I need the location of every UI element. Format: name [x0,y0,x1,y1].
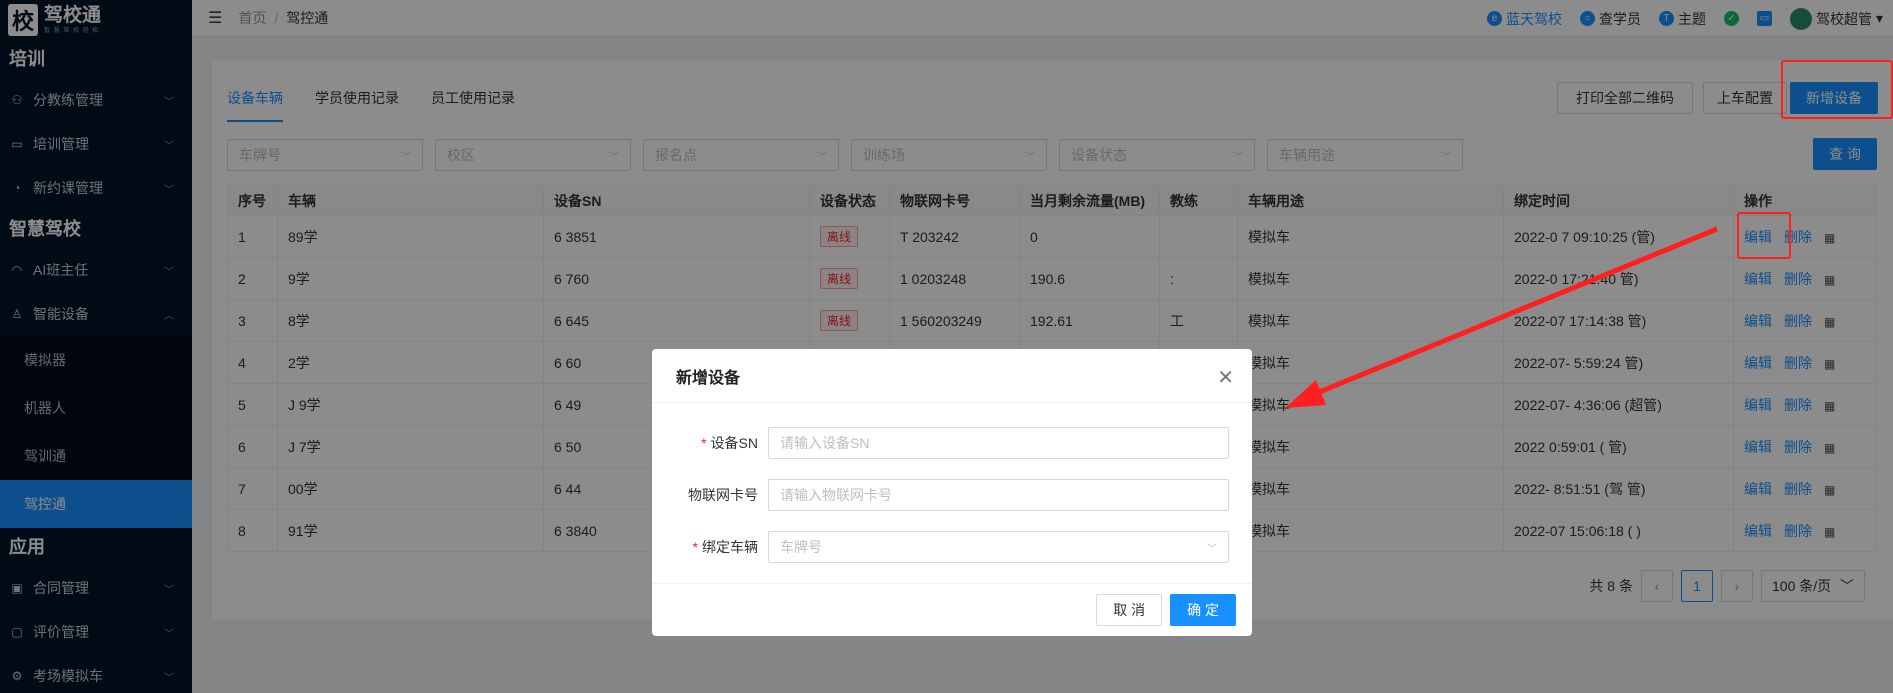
chevron-down-icon: ﹀ [1207,543,1217,555]
bind-vehicle-select[interactable]: 车牌号 ﹀ [768,531,1229,563]
add-device-modal: 新增设备 ✕ *设备SN 物联网卡号 *绑定车辆 车牌号﹀ 取 消 确 定 [652,349,1252,636]
sim-card-input[interactable] [768,479,1229,511]
form-row-vehicle: * 绑定车辆 车牌号 ﹀ [652,531,1252,583]
label-vehicle: * 绑定车辆 [692,539,758,555]
form-row-sim: 物联网卡号 [652,479,1252,531]
modal-title: 新增设备 [652,349,1252,403]
modal-footer: 取 消 确 定 [652,583,1252,636]
annotation-box-edit [1737,212,1791,259]
annotation-box-add-button [1781,60,1893,119]
cancel-button[interactable]: 取 消 [1096,594,1163,626]
label-sim: 物联网卡号 [688,487,758,503]
close-icon[interactable]: ✕ [1217,365,1234,390]
ok-button[interactable]: 确 定 [1170,594,1236,626]
label-sn: * 设备SN [701,435,758,451]
device-sn-input[interactable] [768,427,1229,459]
form-row-sn: * 设备SN [652,427,1252,479]
